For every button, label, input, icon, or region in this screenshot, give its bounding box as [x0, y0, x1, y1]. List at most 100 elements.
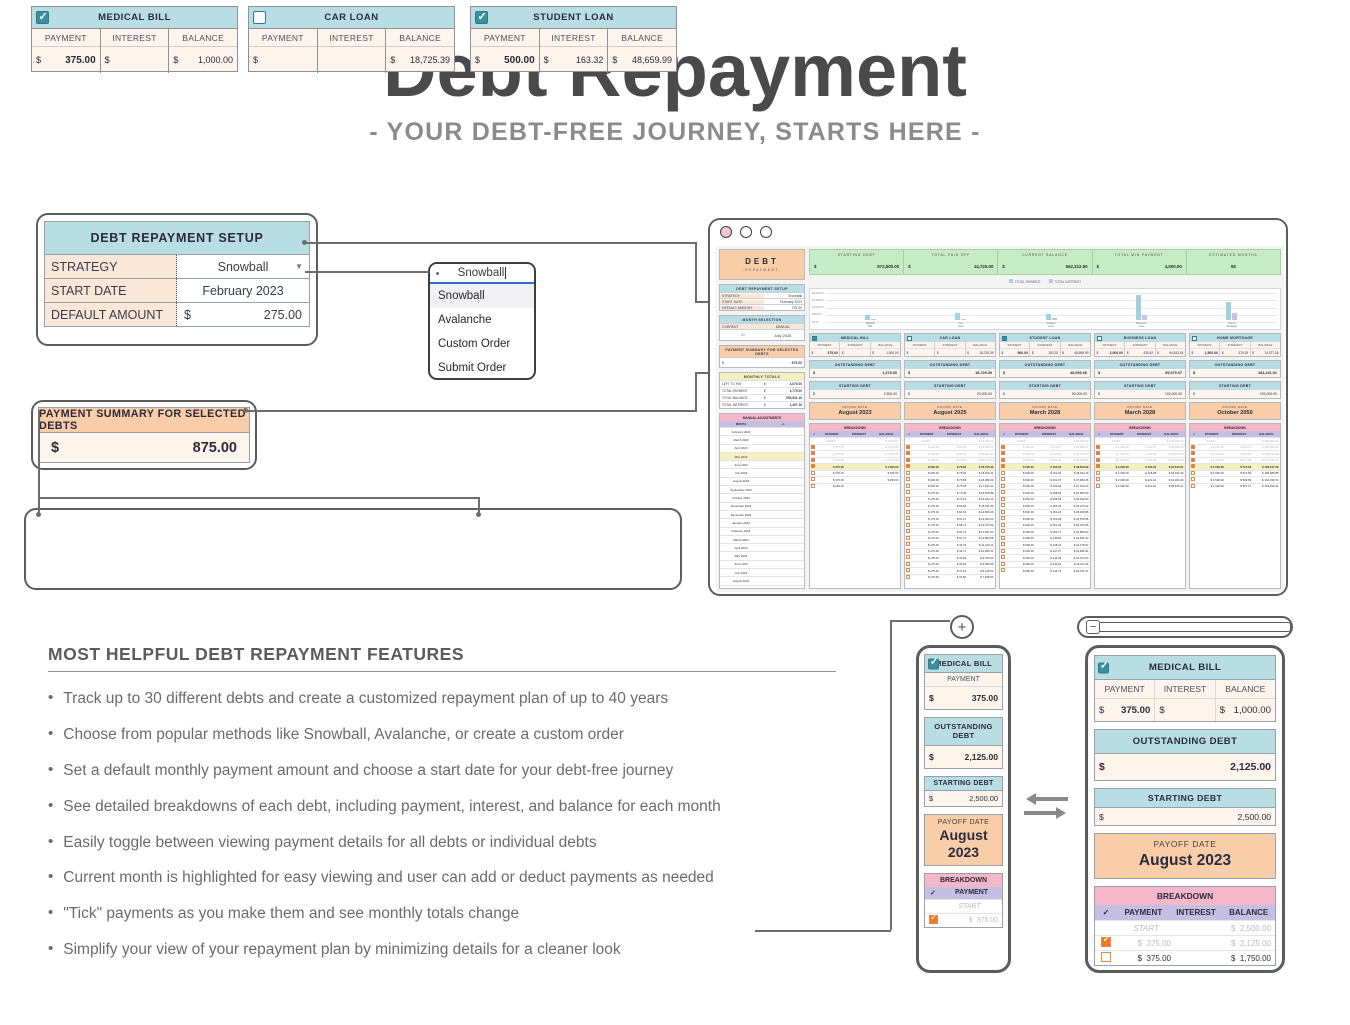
row-tick[interactable] [905, 457, 913, 463]
sheet-breakdown-row[interactable]: $ 500.00 $ 148.44 $ 44,178.67 [1000, 541, 1090, 548]
checkbox-icon[interactable] [811, 483, 816, 488]
minimize-dot-icon[interactable] [740, 226, 752, 238]
adjustment-row[interactable]: June 2023 [720, 460, 804, 468]
sheet-breakdown-row[interactable]: $ 2,000.00 $ 428.98 $ 93,042.49 [1095, 469, 1185, 477]
row-tick[interactable] [1000, 457, 1008, 463]
sheet-breakdown-row[interactable]: $ 250.00 [810, 482, 900, 490]
adjustment-row[interactable]: September 2023 [720, 485, 804, 493]
row-tick[interactable] [1000, 568, 1008, 573]
dropdown-option-submit-order[interactable]: Submit Order [430, 356, 534, 378]
month-current-checkbox[interactable]: ☑ [720, 333, 764, 337]
sheet-breakdown-row[interactable]: $ 175.00 $ 34.50 $ 7,538.54 [905, 573, 995, 581]
checkbox-icon[interactable] [1001, 464, 1006, 469]
small-card-payment-value[interactable]: $ 375.00 [925, 687, 1002, 709]
row-tick[interactable] [1000, 444, 1008, 450]
checkbox-icon[interactable] [1191, 444, 1196, 449]
row-tick[interactable] [905, 477, 913, 482]
row-tick[interactable] [1095, 483, 1103, 489]
sheet-breakdown-row[interactable]: $ 175.00 $ 58.72 $ 13,373.93 [905, 521, 995, 529]
large-payment-value[interactable]: $ 375.00 [1095, 699, 1154, 721]
row-tick[interactable] [905, 529, 913, 534]
checkbox-icon[interactable] [1001, 444, 1006, 449]
sheet-breakdown-row[interactable]: $ 500.00 $ 156.53 $ 46,619.23 [1000, 495, 1090, 503]
dropdown-option-snowball[interactable]: Snowball [430, 284, 534, 308]
setup-value-default-amount[interactable]: $ 275.00 [177, 303, 309, 326]
setup-value-strategy[interactable]: Snowball ▼ [177, 255, 309, 278]
row-tick[interactable] [1000, 529, 1008, 534]
checkbox-icon[interactable] [1001, 483, 1006, 488]
sheet-breakdown-row[interactable]: $ 500.00 $ 166.67 $ 49,666.67 [1000, 443, 1090, 451]
sheet-breakdown-row[interactable]: $ 175.00 $ 63.60 $ 15,511.05 [905, 502, 995, 509]
sheet-breakdown-row[interactable]: $ 1,500.00 $ 580.66 $ 198,163.99 [1190, 450, 1280, 457]
row-tick[interactable] [905, 509, 913, 515]
checkbox-icon[interactable] [906, 561, 911, 566]
checkbox-icon[interactable] [1001, 529, 1006, 534]
row-tick[interactable] [905, 451, 913, 456]
sheet-breakdown-row[interactable]: $ 2,000.00 $ 439.42 $ 94,613.51 [1095, 463, 1185, 470]
debt-checkbox-medical-bill[interactable] [36, 10, 49, 24]
row-tick[interactable] [905, 555, 913, 560]
sheet-breakdown-row[interactable]: $ 500.00 $ 165.56 $ 49,332.23 [1000, 450, 1090, 457]
row-tick[interactable] [1095, 477, 1103, 482]
adjustment-row[interactable]: May 2023 [720, 451, 804, 461]
row-tick[interactable] [1000, 509, 1008, 515]
sheet-breakdown-row[interactable]: $ 600.00 $ 79.02 $ 18,443.53 [905, 456, 995, 464]
sheet-breakdown-row[interactable]: $ 600.00 $ 79.84 $ 18,725.39 [905, 463, 995, 470]
checkbox-icon[interactable] [811, 477, 816, 482]
adjustment-row[interactable]: December 2023 [720, 509, 804, 518]
row-tick[interactable] [1000, 464, 1008, 469]
row-tick[interactable] [1190, 477, 1198, 482]
adjustment-row[interactable]: March 2023 [720, 435, 804, 443]
sheet-breakdown-row[interactable]: $ 500.00 $ 158.81 $ 46,959.00 [1000, 489, 1090, 496]
adjustment-row[interactable]: April 2023 [720, 443, 804, 452]
checkbox-icon[interactable] [1001, 561, 1006, 566]
checkbox-icon[interactable] [1191, 477, 1196, 482]
sheet-breakdown-row[interactable]: $ 500.00 $ 162.20 $ 48,322.19 [1000, 469, 1090, 477]
adjustment-row[interactable]: February 2023 [720, 427, 804, 435]
checkbox-icon[interactable] [906, 483, 911, 488]
checkbox-icon[interactable] [1191, 483, 1196, 488]
row-tick[interactable] [905, 548, 913, 554]
sheet-breakdown-row[interactable]: $ 500.00 $ 153.09 $ 45,579.95 [1000, 515, 1090, 522]
row-tick[interactable] [1190, 483, 1198, 489]
sheet-breakdown-row[interactable]: $ 2,000.00 $ 421.91 $ 91,464.40 [1095, 476, 1185, 483]
checkbox-icon[interactable] [928, 912, 938, 925]
adjustment-row[interactable]: August 2024 [720, 576, 804, 584]
sheet-breakdown-row[interactable]: $ 175.00 $ 46.71 $ 10,486.54 [905, 547, 995, 555]
row-tick[interactable] [810, 451, 818, 456]
row-tick[interactable] [1000, 516, 1008, 521]
row-tick[interactable] [1000, 483, 1008, 489]
checkbox-icon[interactable] [906, 451, 911, 456]
adjustment-row[interactable]: March 2024 [720, 534, 804, 543]
checkbox-icon[interactable] [906, 548, 911, 553]
row-tick[interactable] [1000, 542, 1008, 547]
row-tick[interactable] [1190, 457, 1198, 463]
row-tick[interactable] [1190, 451, 1198, 456]
sheet-breakdown-row[interactable]: $ 500.00 $ 164.44 $ 48,996.66 [1000, 456, 1090, 464]
checkbox-icon[interactable] [906, 542, 911, 547]
checkbox-icon[interactable] [906, 477, 911, 482]
checkbox-icon[interactable] [906, 529, 911, 534]
adjustment-row[interactable]: October 2023 [720, 493, 804, 501]
setup-value-start-date[interactable]: February 2023 [177, 279, 309, 302]
manual-adjustments-block[interactable]: MANUAL ADJUSTMENTS MONTH +/- February 20… [719, 413, 805, 589]
adjustment-row[interactable]: May 2024 [720, 551, 804, 559]
checkbox-icon[interactable] [1101, 934, 1111, 947]
row-tick[interactable] [905, 535, 913, 541]
col-value-payment[interactable]: $ 500.00 [471, 47, 539, 73]
sheet-debt-checkbox[interactable] [907, 335, 912, 341]
sheet-breakdown-row[interactable]: $ 500.00 $ 154.24 $ 45,928.86 [1000, 508, 1090, 516]
debt-checkbox-car-loan[interactable] [253, 11, 266, 24]
sheet-breakdown-row[interactable]: $ 175.00 $ 37.61 $ 8,218.60 [905, 567, 995, 574]
checkbox-icon[interactable] [1001, 522, 1006, 527]
sheet-breakdown-row[interactable]: $ 600.00 $ 81.18 $ 18,964.51 [905, 450, 995, 457]
minus-icon[interactable]: − [1086, 620, 1100, 634]
row-tick[interactable] [1000, 503, 1008, 508]
row-tick[interactable] [1095, 464, 1103, 469]
sheet-breakdown-row[interactable]: $ 600.00 $ 76.68 $ 18,080.09 [905, 476, 995, 483]
checkbox-icon[interactable] [1096, 483, 1101, 488]
row-tick[interactable] [905, 503, 913, 508]
adjustment-row[interactable]: July 2023 [720, 468, 804, 476]
sheet-breakdown-row[interactable]: $ 2,000.00 $ 414.81 $ 89,879.21 [1095, 482, 1185, 490]
row-tick[interactable] [1000, 490, 1008, 495]
